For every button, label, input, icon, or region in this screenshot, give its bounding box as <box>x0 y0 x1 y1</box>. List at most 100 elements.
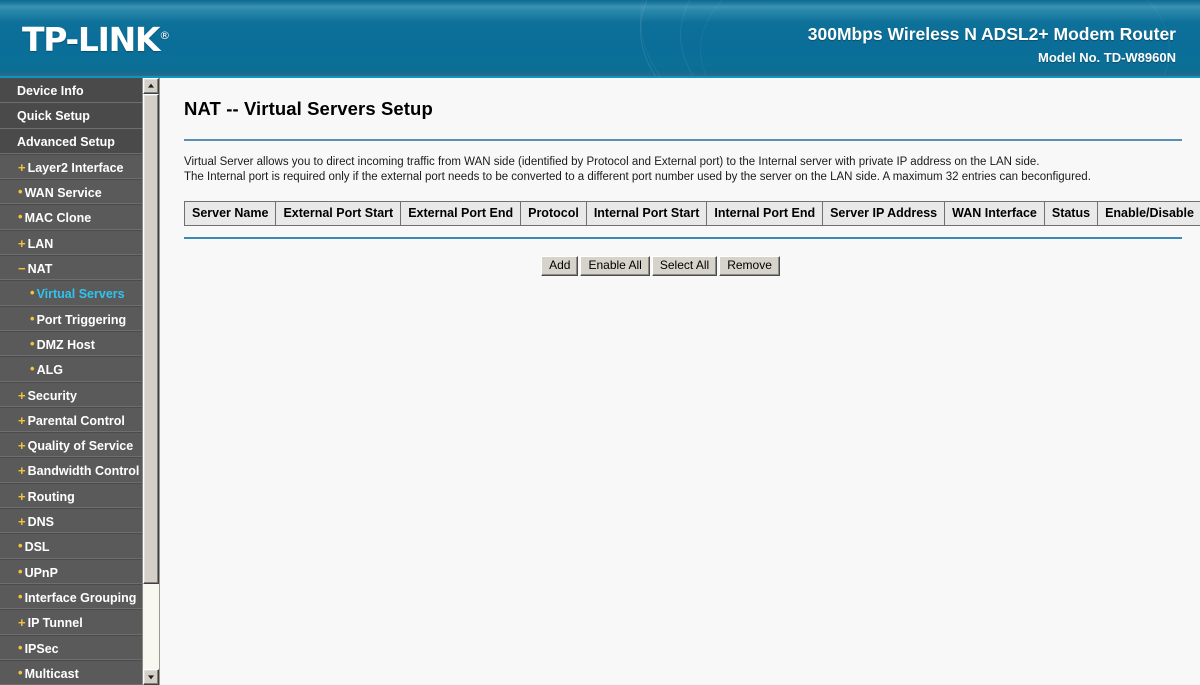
sidebar-item-label: Layer2 Interface <box>27 160 124 175</box>
sidebar-item-label: Quality of Service <box>27 439 134 454</box>
sidebar-item-label: Security <box>27 388 77 403</box>
menu-marker-plus-icon: + <box>18 514 26 530</box>
sidebar-item-wan-service[interactable]: • WAN Service <box>0 179 142 205</box>
sidebar-item-label: Bandwidth Control <box>27 464 140 479</box>
sidebar-item-dmz-host[interactable]: • DMZ Host <box>0 330 142 357</box>
sidebar-item-label: MAC Clone <box>24 211 92 226</box>
virtual-servers-table: Server Name External Port Start External P… <box>184 201 1200 226</box>
table-header-server-name: Server Name <box>185 202 277 225</box>
sidebar-scrollbar[interactable] <box>142 78 159 685</box>
sidebar-item-label: UPnP <box>24 565 58 580</box>
scroll-down-arrow-icon <box>148 675 154 680</box>
table-divider <box>184 237 1182 239</box>
sidebar-item-port-triggering[interactable]: • Port Triggering <box>0 305 142 331</box>
sidebar-item-ipsec[interactable]: • IPSec <box>0 634 142 660</box>
sidebar-item-mac-clone[interactable]: • MAC Clone <box>0 204 142 230</box>
sidebar-item-quick-setup[interactable]: Quick Setup <box>0 103 142 129</box>
sidebar-navigation: Device Info Quick Setup Advanced Setup + Lay… <box>0 78 160 685</box>
menu-marker-plus-icon: + <box>18 438 26 454</box>
menu-marker-plus-icon: + <box>18 159 26 175</box>
sidebar-item-alg[interactable]: • ALG <box>0 356 142 382</box>
sidebar-item-label: Virtual Servers <box>36 287 125 302</box>
table-header-external-port-end: External Port End <box>401 202 522 225</box>
menu-marker-dot-icon: • <box>18 664 23 680</box>
registered-trademark-icon: ® <box>159 29 171 42</box>
sidebar-item-interface-grouping[interactable]: • Interface Grouping <box>0 583 142 610</box>
sidebar-item-security[interactable]: + Security <box>0 381 142 407</box>
sidebar-item-label: Multicast <box>24 666 79 681</box>
product-name: 300Mbps Wireless N ADSL2+ Modem Router <box>807 24 1176 44</box>
table-header-protocol: Protocol <box>521 202 587 225</box>
sidebar-item-advanced-setup[interactable]: Advanced Setup <box>0 128 142 154</box>
sidebar-item-multicast[interactable]: • Multicast <box>0 659 142 685</box>
add-button[interactable]: Add <box>541 256 579 276</box>
sidebar-item-routing[interactable]: + Routing <box>0 482 142 509</box>
sidebar-item-label: Parental Control <box>27 413 125 428</box>
menu-marker-plus-icon: + <box>18 463 26 479</box>
sidebar-item-label: DNS <box>27 515 54 530</box>
remove-button[interactable]: Remove <box>719 256 780 276</box>
sidebar-item-label: Device Info <box>17 84 84 98</box>
table-header-internal-port-start: Internal Port Start <box>586 202 708 225</box>
page-body: Device Info Quick Setup Advanced Setup + Lay… <box>0 78 1200 685</box>
menu-marker-plus-icon: + <box>18 488 26 504</box>
scroll-up-button[interactable] <box>143 78 159 94</box>
scrollbar-thumb[interactable] <box>143 94 159 584</box>
table-header-wan-interface: WAN Interface <box>945 202 1045 225</box>
sidebar-item-parental-control[interactable]: + Parental Control <box>0 406 142 433</box>
sidebar-item-label: WAN Service <box>24 186 102 201</box>
table-header-external-port-start: External Port Start <box>276 202 402 225</box>
scroll-down-button[interactable] <box>143 669 159 685</box>
sidebar-item-label: Routing <box>27 489 75 504</box>
description-line-2: The Internal port is required only if th… <box>184 171 1091 183</box>
sidebar-item-upnp[interactable]: • UPnP <box>0 558 142 584</box>
sidebar-item-label: Port Triggering <box>36 312 127 327</box>
sidebar-item-label: Advanced Setup <box>17 134 115 149</box>
description-line-1: Virtual Server allows you to direct inco… <box>184 156 1040 168</box>
table-header-status: Status <box>1044 202 1099 225</box>
menu-marker-minus-icon: − <box>18 261 26 277</box>
sidebar-item-nat[interactable]: − NAT <box>0 255 142 281</box>
menu-marker-plus-icon: + <box>18 412 26 428</box>
model-number: Model No. TD-W8960N <box>1038 49 1176 65</box>
tp-link-logo: TP-LINK® <box>22 23 170 56</box>
menu-marker-plus-icon: + <box>18 235 26 251</box>
table-header-internal-port-end: Internal Port End <box>707 202 824 225</box>
menu-marker-dot-icon: • <box>18 184 23 200</box>
sidebar-item-lan[interactable]: + LAN <box>0 229 142 256</box>
model-info-block: 300Mbps Wireless N ADSL2+ Modem Router M… <box>808 24 1176 65</box>
router-admin-page: TP-LINK® 300Mbps Wireless N ADSL2+ Modem… <box>0 0 1200 685</box>
sidebar-item-label: Interface Grouping <box>24 590 137 605</box>
enable-all-button[interactable]: Enable All <box>580 256 650 276</box>
sidebar-item-label: Quick Setup <box>17 109 90 124</box>
menu-marker-dot-icon: • <box>18 639 23 655</box>
title-divider <box>184 139 1182 141</box>
menu-marker-dot-icon: • <box>30 285 35 301</box>
menu-marker-dot-icon: • <box>18 588 23 604</box>
sidebar-item-device-info[interactable]: Device Info <box>0 78 142 104</box>
sidebar-item-quality-of-service[interactable]: + Quality of Service <box>0 432 142 458</box>
table-header-enable-disable: Enable/Disable <box>1098 202 1200 225</box>
select-all-button[interactable]: Select All <box>651 256 718 276</box>
sidebar-item-bandwidth-control[interactable]: + Bandwidth Control <box>0 457 142 483</box>
menu-marker-dot-icon: • <box>18 563 23 579</box>
page-title: NAT -- Virtual Servers Setup <box>184 98 433 119</box>
sidebar-item-ip-tunnel[interactable]: + IP Tunnel <box>0 609 142 635</box>
action-button-row: Add Enable All Select All Remove <box>161 256 1200 276</box>
sidebar-item-dns[interactable]: + DNS <box>0 508 142 534</box>
sidebar-item-label: NAT <box>27 262 53 277</box>
table-header-server-ip-address: Server IP Address <box>823 202 946 225</box>
sidebar-item-dsl[interactable]: • DSL <box>0 533 142 559</box>
sidebar-menu-list: Device Info Quick Setup Advanced Setup + Lay… <box>0 78 142 685</box>
sidebar-item-label: IPSec <box>24 641 59 656</box>
sidebar-item-layer2-interface[interactable]: + Layer2 Interface <box>0 153 142 180</box>
sidebar-item-virtual-servers[interactable]: • Virtual Servers <box>0 280 142 306</box>
menu-marker-dot-icon: • <box>18 538 23 554</box>
page-header: TP-LINK® 300Mbps Wireless N ADSL2+ Modem… <box>0 0 1200 78</box>
menu-marker-dot-icon: • <box>30 310 35 326</box>
sidebar-item-label: LAN <box>27 236 54 251</box>
table-header-row: Server Name External Port Start External P… <box>185 202 1200 225</box>
scroll-up-arrow-icon <box>148 83 154 88</box>
main-content: NAT -- Virtual Servers Setup Virtual Ser… <box>161 78 1200 685</box>
virtual-servers-table-container: Server Name External Port Start External P… <box>184 201 1200 226</box>
